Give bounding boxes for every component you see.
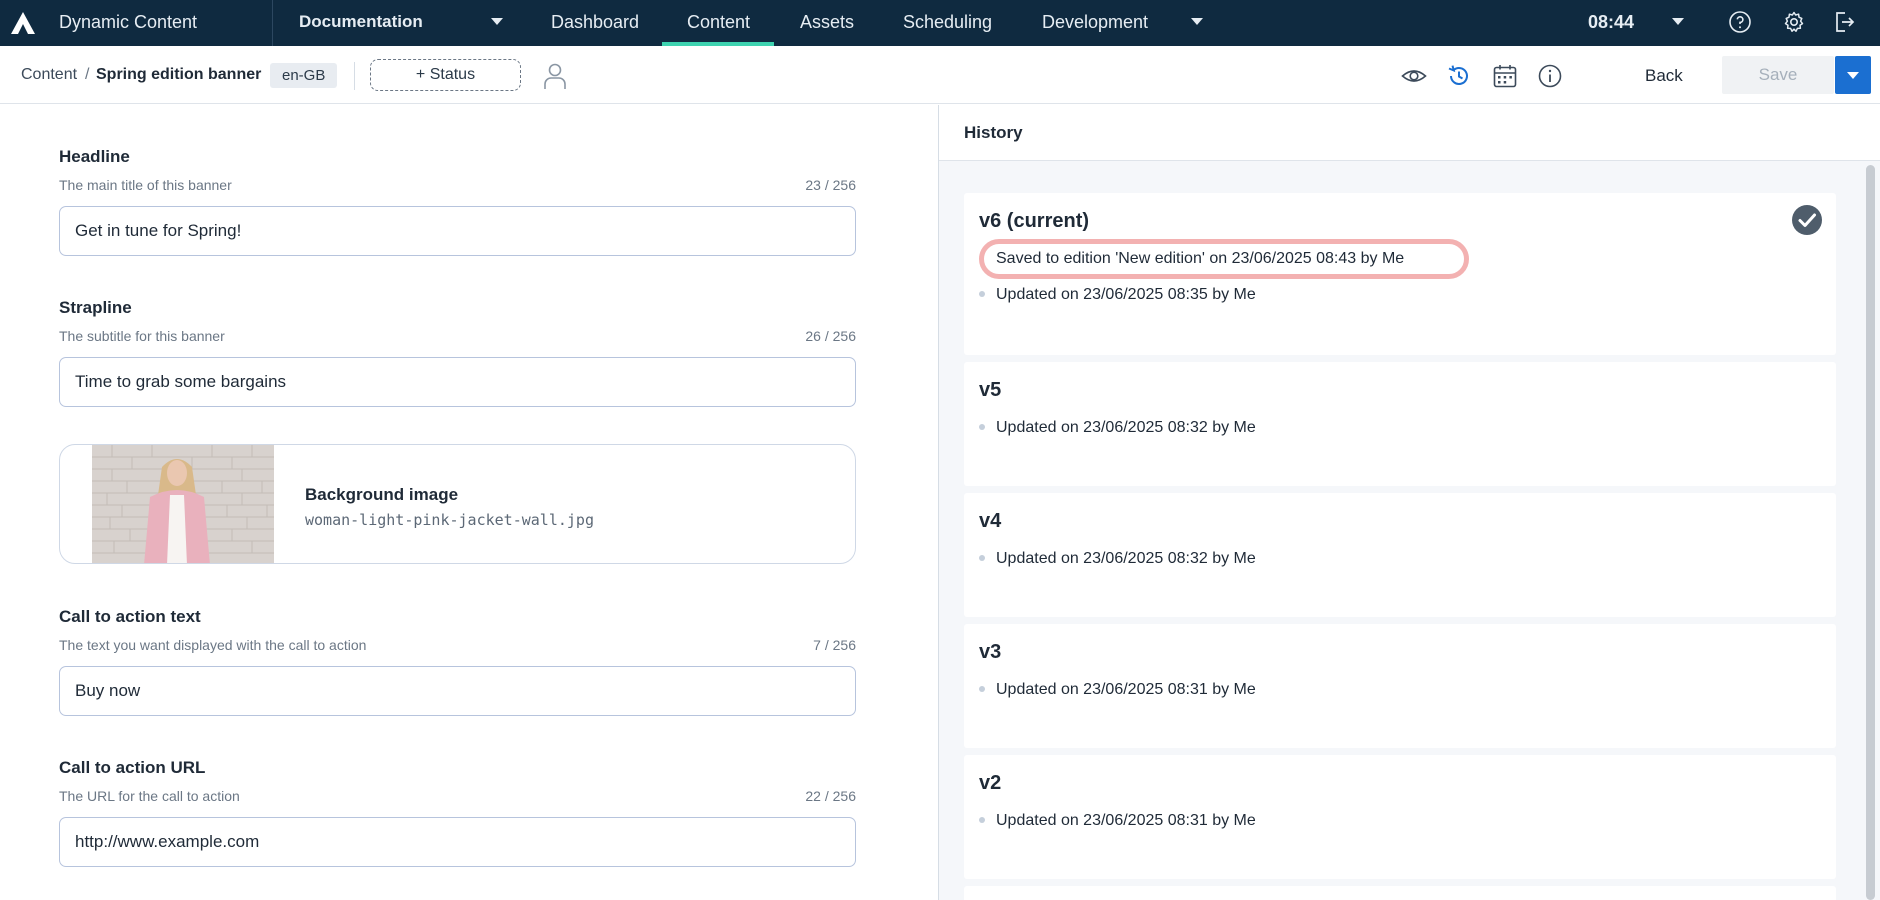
version-card-partial[interactable] bbox=[964, 886, 1836, 900]
background-image-filename: woman-light-pink-jacket-wall.jpg bbox=[305, 511, 594, 529]
logout-icon[interactable] bbox=[1832, 10, 1856, 34]
settings-icon[interactable] bbox=[1782, 10, 1806, 34]
cta-text-input[interactable] bbox=[59, 666, 856, 716]
version-entry-updated: Updated on 23/06/2025 08:32 by Me bbox=[996, 419, 1256, 436]
hub-selector[interactable]: Documentation bbox=[299, 12, 423, 32]
entry-bullet bbox=[979, 686, 985, 692]
clock-time[interactable]: 08:44 bbox=[1588, 12, 1634, 33]
strapline-char-count: 26 / 256 bbox=[805, 328, 856, 344]
headline-label: Headline bbox=[59, 147, 130, 166]
history-title: History bbox=[964, 123, 1023, 142]
version-entry-updated: Updated on 23/06/2025 08:31 by Me bbox=[996, 681, 1256, 698]
version-title: v3 bbox=[979, 641, 1002, 663]
nav-divider bbox=[272, 0, 273, 46]
version-title: v6 (current) bbox=[979, 210, 1090, 232]
version-card-v4[interactable]: v4 Updated on 23/06/2025 08:32 by Me bbox=[964, 493, 1836, 617]
entry-bullet bbox=[979, 555, 985, 561]
nav-content[interactable]: Content bbox=[687, 12, 750, 33]
info-icon[interactable] bbox=[1537, 63, 1563, 89]
cta-text-label: Call to action text bbox=[59, 607, 201, 626]
version-card-v5[interactable]: v5 Updated on 23/06/2025 08:32 by Me bbox=[964, 362, 1836, 486]
history-scrollbar[interactable] bbox=[1866, 165, 1875, 900]
assign-user-icon[interactable] bbox=[543, 62, 567, 90]
history-icon[interactable] bbox=[1446, 63, 1472, 89]
breadcrumb-separator: / bbox=[85, 66, 90, 83]
back-button[interactable]: Back bbox=[1645, 66, 1683, 86]
content-form: Headline The main title of this banner 2… bbox=[0, 105, 938, 900]
preview-icon[interactable] bbox=[1401, 63, 1427, 89]
version-card-v3[interactable]: v3 Updated on 23/06/2025 08:31 by Me bbox=[964, 624, 1836, 748]
history-header: History bbox=[939, 105, 1880, 161]
save-options-chevron-down-icon[interactable] bbox=[1835, 56, 1871, 94]
version-title: v4 bbox=[979, 510, 1002, 532]
background-image-card[interactable]: Background image woman-light-pink-jacket… bbox=[59, 444, 856, 564]
version-card-v6[interactable]: v6 (current) Saved to edition 'New editi… bbox=[964, 193, 1836, 355]
headline-description: The main title of this banner bbox=[59, 177, 232, 193]
strapline-description: The subtitle for this banner bbox=[59, 328, 225, 344]
cta-text-char-count: 7 / 256 bbox=[813, 637, 856, 653]
headline-char-count: 23 / 256 bbox=[805, 177, 856, 193]
version-entry-updated: Updated on 23/06/2025 08:31 by Me bbox=[996, 812, 1256, 829]
nav-assets[interactable]: Assets bbox=[800, 12, 854, 33]
breadcrumb-current-item: Spring edition banner bbox=[96, 66, 262, 83]
entry-bullet bbox=[979, 424, 985, 430]
cta-url-label: Call to action URL bbox=[59, 758, 206, 777]
clock-chevron-down-icon[interactable] bbox=[1672, 18, 1684, 25]
top-nav: Dynamic Content Documentation Dashboard … bbox=[0, 0, 1880, 46]
version-entry-updated: Updated on 23/06/2025 08:32 by Me bbox=[996, 550, 1256, 567]
headline-input[interactable] bbox=[59, 206, 856, 256]
app-logo-icon[interactable] bbox=[10, 11, 36, 35]
history-panel: History v6 (current) Saved to edition 'N… bbox=[939, 105, 1880, 900]
version-title: v2 bbox=[979, 772, 1002, 794]
background-image-label: Background image bbox=[305, 485, 459, 504]
toolbar-divider bbox=[354, 62, 355, 90]
nav-scheduling[interactable]: Scheduling bbox=[903, 12, 992, 33]
breadcrumb-content[interactable]: Content bbox=[21, 66, 77, 84]
entry-bullet bbox=[979, 291, 985, 297]
cta-url-input[interactable] bbox=[59, 817, 856, 867]
cta-url-description: The URL for the call to action bbox=[59, 788, 240, 804]
cta-text-description: The text you want displayed with the cal… bbox=[59, 637, 367, 653]
hub-chevron-down-icon[interactable] bbox=[491, 18, 503, 25]
cta-url-char-count: 22 / 256 bbox=[805, 788, 856, 804]
current-version-check-icon bbox=[1792, 205, 1822, 235]
add-status-button[interactable]: + Status bbox=[370, 59, 521, 91]
app-title: Dynamic Content bbox=[59, 12, 198, 32]
background-image-thumbnail[interactable] bbox=[92, 445, 274, 564]
strapline-input[interactable] bbox=[59, 357, 856, 407]
nav-dashboard[interactable]: Dashboard bbox=[551, 12, 639, 33]
save-button[interactable]: Save bbox=[1722, 56, 1834, 94]
version-card-v2[interactable]: v2 Updated on 23/06/2025 08:31 by Me bbox=[964, 755, 1836, 879]
version-title: v5 bbox=[979, 379, 1002, 401]
strapline-label: Strapline bbox=[59, 298, 132, 317]
version-entry-saved: Saved to edition 'New edition' on 23/06/… bbox=[996, 250, 1405, 267]
version-entry-updated: Updated on 23/06/2025 08:35 by Me bbox=[996, 286, 1256, 303]
help-icon[interactable] bbox=[1728, 10, 1752, 34]
content-toolbar: Content / Spring edition banner en-GB + … bbox=[0, 46, 1880, 104]
locale-badge[interactable]: en-GB bbox=[270, 63, 338, 88]
calendar-icon[interactable] bbox=[1492, 63, 1518, 89]
entry-bullet bbox=[979, 817, 985, 823]
development-chevron-down-icon[interactable] bbox=[1191, 18, 1203, 25]
nav-development[interactable]: Development bbox=[1042, 12, 1148, 33]
